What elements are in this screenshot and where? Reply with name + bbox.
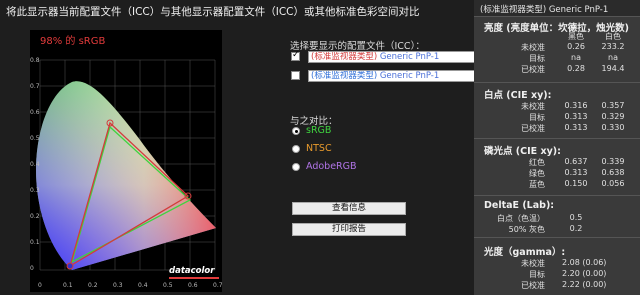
radio-ntsc-label[interactable]: NTSC	[306, 143, 332, 154]
col-black-header: 黑色	[568, 32, 584, 41]
lum-row-white: na	[608, 53, 618, 62]
gamma-row-value: 2.20 (0.00)	[562, 269, 607, 278]
x-tick-label: 0	[38, 282, 42, 289]
x-tick-label: 0.2	[88, 282, 98, 289]
y-tick-label: 0	[30, 265, 34, 272]
lum-row-white: 194.4	[601, 64, 625, 73]
ph-row-x: 0.637	[564, 157, 588, 166]
y-tick-label: 0.3	[30, 187, 40, 194]
de-row-label: 50% 灰色	[508, 225, 545, 234]
select-profile-label: 选择要显示的配置文件（ICC）：	[290, 41, 425, 52]
wp-row-y: 0.330	[601, 123, 625, 132]
col-white-header: 白色	[605, 32, 621, 41]
ph-row-x: 0.313	[564, 168, 588, 177]
view-info-button[interactable]: 查看信息	[292, 202, 406, 215]
cie-chromaticity-chart: 98% 的 sRGB datacolor 0 0.1 0.2 0.3 0.4 0.5 0.6…	[30, 30, 223, 292]
datacolor-logo: datacolor	[169, 266, 215, 276]
profile-2-checkbox[interactable]	[291, 71, 300, 80]
wp-row-label: 目标	[529, 113, 545, 122]
gamma-row-label: 已校准	[521, 281, 545, 290]
radio-ntsc[interactable]	[292, 145, 300, 153]
y-tick-label: 0.8	[30, 57, 40, 64]
lum-row-black: na	[571, 53, 581, 62]
gamma-row-label: 目标	[529, 270, 545, 279]
srgb-coverage-label: 98% 的 sRGB	[40, 36, 106, 47]
ph-row-x: 0.150	[564, 179, 588, 188]
gamma-row-value: 2.22 (0.00)	[562, 280, 607, 289]
profile-2-hint: Generic PnP-1	[379, 71, 440, 81]
gamma-row-label: 未校准	[521, 259, 545, 268]
phosphors-title: 磷光点 (CIE xy):	[484, 146, 561, 157]
white-point-section: 白点 (CIE xy): 未校准 0.316 0.357 目标 0.313 0.…	[474, 82, 640, 138]
blue-primary-marker	[66, 262, 74, 270]
logo-underline	[169, 277, 219, 279]
wp-row-x: 0.313	[564, 112, 588, 121]
ph-row-y: 0.339	[601, 157, 625, 166]
ph-row-y: 0.638	[601, 168, 625, 177]
y-tick-label: 0.2	[30, 213, 40, 220]
gamma-section: 光度（gamma）: 未校准 2.08 (0.06) 目标 2.20 (0.00…	[474, 237, 640, 295]
x-tick-label: 0.7	[213, 282, 223, 289]
radio-srgb-label[interactable]: sRGB	[306, 125, 331, 136]
print-report-button[interactable]: 打印报告	[292, 223, 406, 236]
wp-row-x: 0.316	[564, 101, 588, 110]
compare-controls: 选择要显示的配置文件（ICC）： (标准监视器类型) Generic PnP-1…	[282, 26, 486, 295]
window-title: 将此显示器当前配置文件（ICC）与其他显示器配置文件（ICC）或其他标准色彩空间…	[6, 6, 420, 18]
gamma-title: 光度（gamma）:	[484, 247, 566, 258]
y-tick-label: 0.1	[30, 239, 40, 246]
delta-e-title: DeltaE (Lab):	[484, 200, 555, 211]
white-point-title: 白点 (CIE xy):	[484, 90, 552, 101]
radio-adobergb-label[interactable]: AdobeRGB	[306, 161, 357, 172]
profile-1-dropdown[interactable]: (标准监视器类型) Generic PnP-1 ▼	[308, 51, 486, 63]
radio-adobergb[interactable]	[292, 163, 300, 171]
y-tick-label: 0.7	[30, 83, 40, 90]
delta-e-section: DeltaE (Lab): 白点（色温） 0.5 50% 灰色 0.2	[474, 195, 640, 237]
ph-row-y: 0.056	[601, 179, 625, 188]
wp-row-x: 0.313	[564, 123, 588, 132]
wp-row-y: 0.329	[601, 112, 625, 121]
wp-row-label: 未校准	[521, 102, 545, 111]
ph-row-label: 红色	[529, 158, 545, 167]
lum-row-label: 未校准	[521, 43, 545, 52]
y-tick-label: 0.4	[30, 161, 40, 168]
profile-1-hint: Generic PnP-1	[379, 52, 440, 62]
radio-srgb[interactable]	[292, 127, 300, 135]
de-row-value: 0.2	[569, 224, 583, 233]
x-tick-label: 0.1	[63, 282, 73, 289]
lum-row-white: 233.2	[601, 42, 625, 51]
de-row-label: 白点（色温）	[497, 214, 545, 223]
panel-header: (标准监视器类型) Generic PnP-1	[474, 0, 640, 16]
profile-2-name: (标准监视器类型)	[311, 71, 378, 81]
wp-row-label: 已校准	[521, 124, 545, 133]
profile-2-dropdown[interactable]: (标准监视器类型) Generic PnP-1 ▼	[308, 70, 486, 82]
x-tick-label: 0.6	[188, 282, 198, 289]
ph-row-label: 绿色	[529, 169, 545, 178]
ph-row-label: 蓝色	[529, 180, 545, 189]
cie-diagram-svg	[36, 59, 216, 271]
profile-1-name: (标准监视器类型)	[311, 52, 378, 62]
x-tick-label: 0.4	[138, 282, 148, 289]
lum-row-label: 目标	[529, 54, 545, 63]
lum-row-black: 0.26	[567, 42, 585, 51]
de-row-value: 0.5	[569, 213, 583, 222]
profile-info-panel: (标准监视器类型) Generic PnP-1 亮度 (亮度单位：坎德拉，烛光数…	[474, 0, 640, 295]
profile-1-checkbox[interactable]	[291, 50, 300, 61]
gamma-row-value: 2.08 (0.06)	[562, 258, 607, 267]
y-tick-label: 0.6	[30, 109, 40, 116]
lum-row-black: 0.28	[567, 64, 585, 73]
x-tick-label: 0.5	[163, 282, 173, 289]
luminance-section: 亮度 (亮度单位：坎德拉，烛光数) 黑色 白色 未校准 0.26 233.2 目…	[474, 16, 640, 82]
y-tick-label: 0.5	[30, 135, 40, 142]
lum-row-label: 已校准	[521, 65, 545, 74]
wp-row-y: 0.357	[601, 101, 625, 110]
x-tick-label: 0.3	[113, 282, 123, 289]
phosphors-section: 磷光点 (CIE xy): 红色 0.637 0.339 绿色 0.313 0.…	[474, 138, 640, 195]
